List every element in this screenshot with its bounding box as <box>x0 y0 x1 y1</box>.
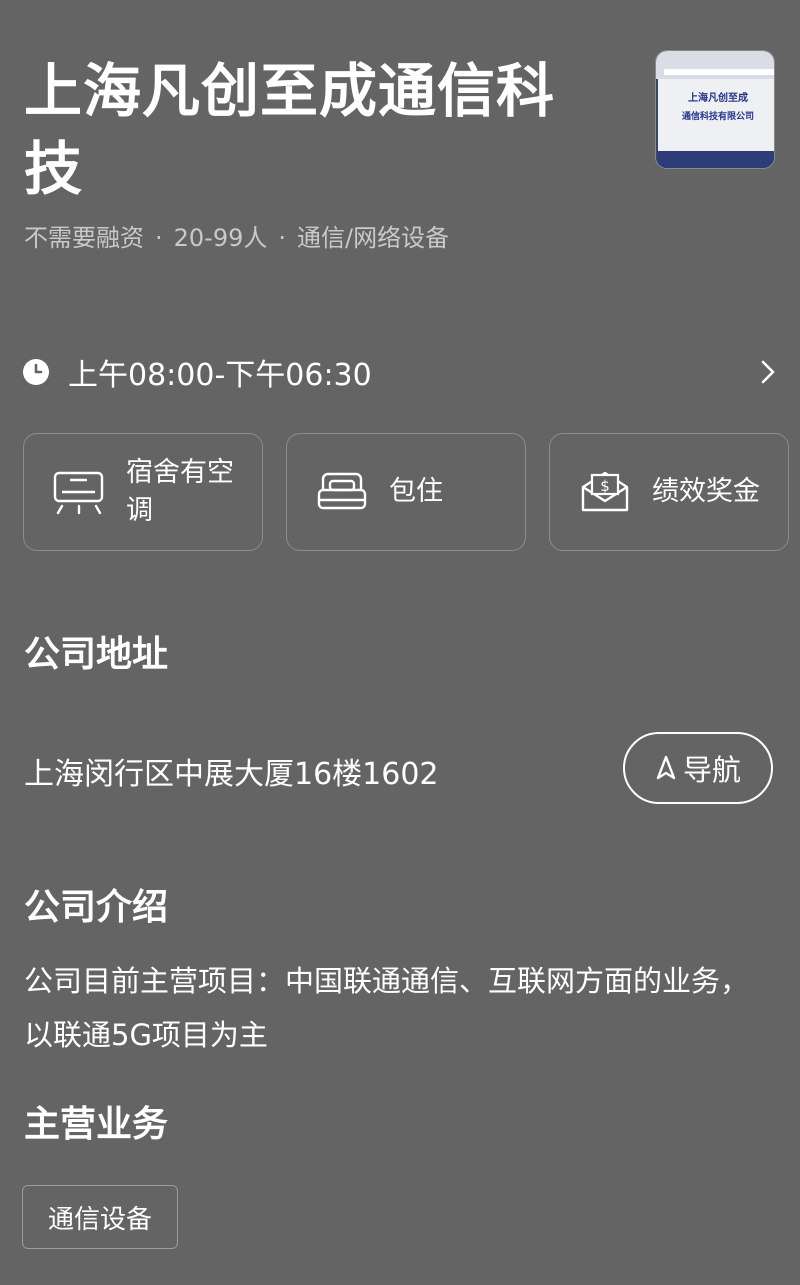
intro-section-title: 公司介绍 <box>24 887 169 928</box>
bonus-envelope-icon: $ <box>581 471 629 512</box>
benefit-housing[interactable]: 包住 <box>286 433 526 551</box>
navigation-arrow-icon <box>656 755 676 780</box>
svg-text:$: $ <box>600 477 610 495</box>
navigate-button[interactable]: 导航 <box>623 732 773 804</box>
address-section-title: 公司地址 <box>24 634 169 675</box>
chevron-right-icon <box>761 360 775 384</box>
air-conditioner-icon <box>53 471 104 515</box>
work-hours-row[interactable]: 上午08:00-下午06:30 <box>22 346 782 398</box>
bed-icon <box>317 472 367 510</box>
business-section-title: 主营业务 <box>24 1104 169 1145</box>
financing-stage: 不需要融资 <box>24 224 144 252</box>
logo-text-line1: 上海凡创至成 <box>688 91 748 104</box>
meta-separator: · <box>278 224 287 252</box>
company-intro-text: 公司目前主营项目：中国联通通信、互联网方面的业务，以联通5G项目为主 <box>24 964 750 1052</box>
business-tag: 通信设备 <box>22 1185 179 1249</box>
logo-text-line2: 通信科技有限公司 <box>682 110 754 122</box>
benefit-label: 包住 <box>389 476 443 507</box>
work-hours-text: 上午08:00-下午06:30 <box>68 358 372 393</box>
clock-icon <box>23 359 49 385</box>
benefit-label: 绩效奖金 <box>652 476 760 507</box>
meta-separator: · <box>155 224 163 252</box>
company-address: 上海闵行区中展大厦16楼1602 <box>24 757 439 792</box>
benefit-bonus[interactable]: $ 绩效奖金 <box>549 433 789 551</box>
company-meta: 不需要融资 · 20-99人 · 通信/网络设备 <box>24 218 449 253</box>
navigate-button-label: 导航 <box>682 753 741 787</box>
company-industry: 通信/网络设备 <box>297 224 450 252</box>
company-name: 上海凡创至成通信科技 <box>24 57 556 203</box>
company-logo-photo: 上海凡创至成 通信科技有限公司 <box>656 51 774 168</box>
benefit-label: 宿舍有空调 <box>126 457 234 526</box>
company-logo-image[interactable]: 上海凡创至成 通信科技有限公司 <box>655 50 775 169</box>
benefit-air-conditioning[interactable]: 宿舍有空调 <box>23 433 263 551</box>
company-size: 20-99人 <box>173 224 268 252</box>
